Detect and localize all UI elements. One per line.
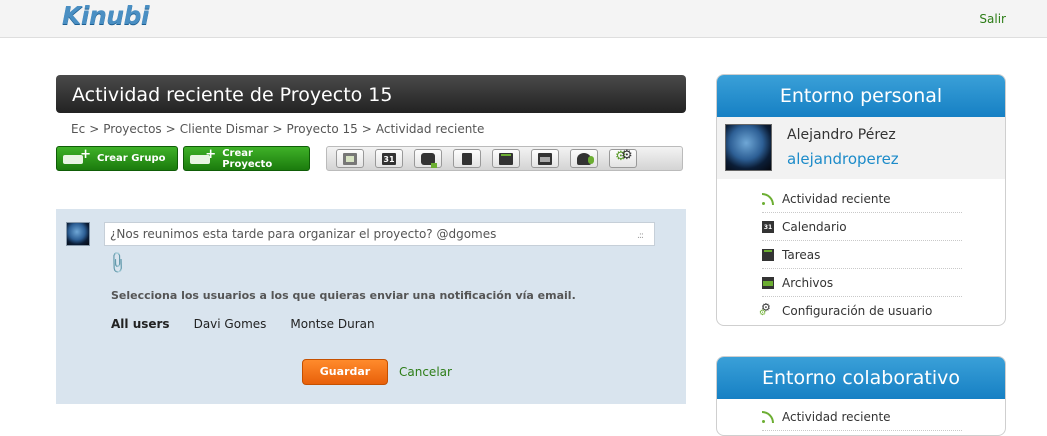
menu-item-label: Archivos [782, 275, 834, 290]
tasks-icon [499, 152, 513, 165]
card-title: Entorno colaborativo [717, 357, 1005, 399]
breadcrumb-separator: > [272, 122, 283, 136]
menu-item-user-settings[interactable]: Configuración de usuario [759, 297, 962, 325]
avatar [725, 124, 772, 171]
resize-grip-icon[interactable]: .:: [637, 231, 644, 241]
menu-item-tasks[interactable]: Tareas [762, 241, 962, 269]
settings-icon [759, 301, 774, 317]
breadcrumb-item[interactable]: Ec [71, 122, 85, 136]
collab-menu: Actividad reciente [762, 403, 962, 431]
menu-item-recent-activity[interactable]: Actividad reciente [762, 403, 962, 431]
folder-icon [762, 276, 774, 289]
rss-icon [762, 192, 774, 205]
notify-instructions: Selecciona los usuarios a los que quiera… [111, 289, 576, 302]
top-bar: Kinubi Salir [0, 0, 1047, 38]
calendar-button[interactable]: 31 [375, 149, 403, 168]
notify-users-list: All users Davi Gomes Montse Duran [111, 317, 375, 331]
create-group-label: Crear Grupo [97, 153, 166, 164]
calendar-icon: 31 [762, 220, 774, 233]
tasks-icon [762, 248, 774, 261]
create-group-button[interactable]: Crear Grupo [56, 146, 178, 171]
menu-item-label: Calendario [782, 219, 847, 234]
post-composer: .:: 📎 Selecciona los usuarios a los que … [56, 209, 686, 404]
menu-item-label: Tareas [782, 247, 821, 262]
user-option[interactable]: Montse Duran [290, 317, 374, 331]
breadcrumb-item[interactable]: Proyecto 15 [287, 122, 358, 136]
menu-item-label: Actividad reciente [782, 191, 891, 206]
settings-button[interactable] [609, 148, 637, 168]
news-icon [343, 152, 357, 165]
document-icon [462, 152, 472, 165]
attachment-icon[interactable]: 📎 [104, 250, 130, 276]
personal-menu: Actividad reciente 31 Calendario Tareas A… [759, 185, 962, 325]
profile-name: Alejandro Pérez [787, 127, 896, 143]
breadcrumb-separator: > [361, 122, 372, 136]
add-group-icon [63, 147, 91, 166]
add-project-icon [190, 147, 216, 166]
chat-button[interactable] [414, 149, 442, 168]
settings-icon [615, 148, 633, 165]
save-button[interactable]: Guardar [302, 359, 388, 385]
breadcrumb-separator: > [89, 122, 100, 136]
news-button[interactable] [336, 149, 364, 168]
chat-icon [421, 152, 437, 168]
breadcrumb-item[interactable]: Cliente Dismar [180, 122, 269, 136]
tasks-button[interactable] [492, 149, 520, 168]
documents-button[interactable] [453, 149, 481, 168]
profile-username-link[interactable]: alejandroperez [787, 150, 899, 168]
collaborative-environment-card: Entorno colaborativo Actividad reciente [716, 356, 1006, 436]
page-title: Actividad reciente de Proyecto 15 [56, 75, 686, 113]
section-toolbar: 31 [326, 146, 683, 171]
personal-environment-card: Entorno personal Alejandro Pérez alejand… [716, 74, 1006, 326]
breadcrumb-current: Actividad reciente [375, 122, 485, 136]
user-option-all[interactable]: All users [111, 317, 170, 331]
menu-item-recent-activity[interactable]: Actividad reciente [762, 185, 962, 213]
avatar [66, 222, 90, 246]
files-button[interactable] [531, 149, 559, 168]
card-title: Entorno personal [717, 75, 1005, 117]
menu-item-files[interactable]: Archivos [762, 269, 962, 297]
folder-icon [538, 152, 552, 165]
menu-item-calendar[interactable]: 31 Calendario [762, 213, 962, 241]
breadcrumb-separator: > [165, 122, 176, 136]
user-option[interactable]: Davi Gomes [194, 317, 267, 331]
breadcrumb: Ec > Proyectos > Cliente Dismar > Proyecto 15 >… [71, 122, 484, 136]
menu-item-label: Configuración de usuario [782, 304, 933, 318]
kinubi-logo[interactable]: Kinubi [62, 1, 150, 30]
users-icon [577, 152, 594, 165]
create-project-label: Crear Proyecto [222, 147, 273, 170]
profile-block: Alejandro Pérez alejandroperez [717, 117, 1005, 179]
calendar-icon: 31 [382, 152, 396, 165]
cancel-link[interactable]: Cancelar [399, 365, 452, 379]
create-project-button[interactable]: Crear Proyecto [183, 146, 310, 171]
logout-link[interactable]: Salir [979, 12, 1006, 26]
breadcrumb-item[interactable]: Proyectos [103, 122, 161, 136]
users-button[interactable] [570, 149, 598, 168]
post-input[interactable] [104, 222, 655, 246]
